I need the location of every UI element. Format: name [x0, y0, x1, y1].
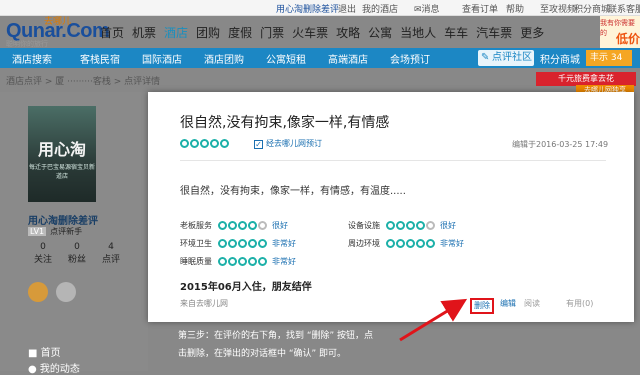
annotation-arrow — [399, 298, 468, 342]
instruction-caption-line1: 第三步：在评价的右下角，找到 “删除” 按钮，点 — [178, 331, 374, 341]
instruction-caption-line2: 击删除，在弹出的对话框中 “确认” 即可。 — [178, 349, 347, 359]
